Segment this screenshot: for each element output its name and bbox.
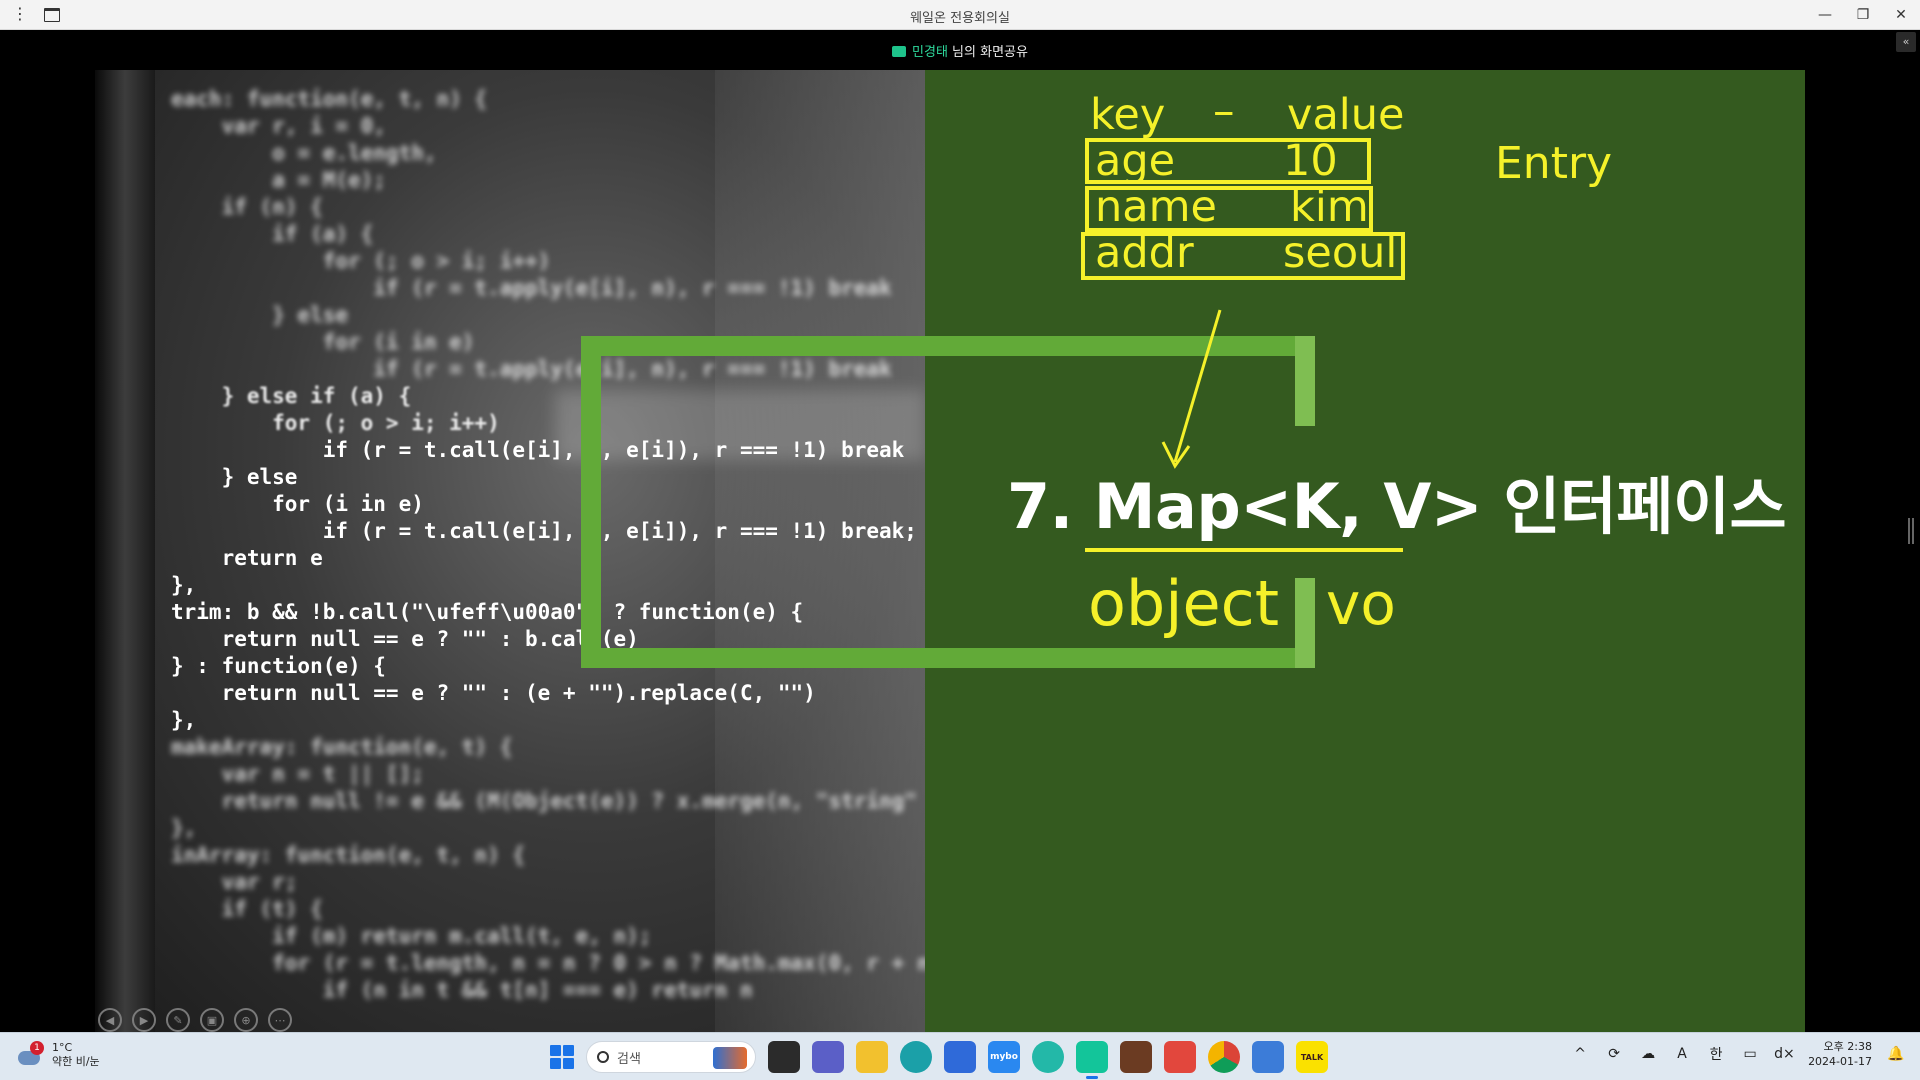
share-label: 민경태 님의 화면공유 bbox=[0, 41, 1920, 60]
screen-share-icon bbox=[892, 46, 907, 57]
collapse-panel-button[interactable]: « bbox=[1896, 32, 1916, 52]
vo-label: vo bbox=[1326, 570, 1396, 638]
whale-icon[interactable] bbox=[1032, 1041, 1064, 1073]
mybox-icon[interactable]: mybo bbox=[988, 1041, 1020, 1073]
clock-time: 오후 2:38 bbox=[1823, 1040, 1872, 1053]
minimize-button[interactable]: — bbox=[1806, 0, 1844, 30]
notification-bell-icon[interactable]: 🔔 bbox=[1886, 1046, 1906, 1062]
more-icon[interactable]: ⋯ bbox=[268, 1008, 292, 1032]
prev-icon[interactable]: ◀ bbox=[98, 1008, 122, 1032]
edge-icon[interactable] bbox=[900, 1041, 932, 1073]
restore-button[interactable]: ❐ bbox=[1844, 0, 1882, 30]
zoom-icon[interactable]: ⊕ bbox=[234, 1008, 258, 1032]
window-title: 웨일온 전용회의실 bbox=[910, 11, 1010, 26]
share-suffix: 님의 화면공유 bbox=[947, 45, 1028, 60]
presenter-name: 민경태 bbox=[912, 45, 948, 60]
whale-on-icon[interactable] bbox=[1076, 1041, 1108, 1079]
search-placeholder: 검색 bbox=[617, 1051, 641, 1067]
side-panel-grip[interactable] bbox=[1908, 518, 1914, 544]
clock-date: 2024-01-17 bbox=[1808, 1055, 1872, 1068]
slide-player-controls: ◀ ▶ ✎ ▣ ⊕ ⋯ bbox=[98, 1008, 292, 1032]
cloud-off-icon[interactable]: ☁ bbox=[1638, 1046, 1658, 1062]
weather-temp: 1°C bbox=[52, 1041, 73, 1054]
close-button[interactable]: ✕ bbox=[1882, 0, 1920, 30]
taskbar-apps: 검색 mybo TALK bbox=[550, 1041, 1328, 1079]
store-icon[interactable] bbox=[944, 1041, 976, 1073]
search-highlight-icon bbox=[713, 1047, 747, 1069]
chrome-icon[interactable] bbox=[1208, 1041, 1240, 1073]
clock[interactable]: 오후 2:38 2024-01-17 bbox=[1808, 1039, 1872, 1069]
meet-icon[interactable] bbox=[812, 1041, 844, 1073]
taskbar-search[interactable]: 검색 bbox=[586, 1041, 756, 1073]
network-icon[interactable]: ▭ bbox=[1740, 1046, 1760, 1062]
weather-widget[interactable]: 1 1°C 약한 비/눈 bbox=[18, 1041, 100, 1069]
screen-share-banner: 민경태 님의 화면공유 bbox=[0, 30, 1920, 70]
weather-icon: 1 bbox=[18, 1041, 44, 1067]
notepad-icon[interactable] bbox=[1252, 1041, 1284, 1073]
ime-mode-icon[interactable]: A bbox=[1672, 1046, 1692, 1062]
sync-icon[interactable]: ⟳ bbox=[1604, 1046, 1624, 1062]
weather-badge: 1 bbox=[30, 1041, 44, 1055]
slides-icon[interactable]: ▣ bbox=[200, 1008, 224, 1032]
chevron-up-icon[interactable]: ^ bbox=[1570, 1046, 1590, 1062]
system-tray: ^ ⟳ ☁ A 한 ▭ d× 오후 2:38 2024-01-17 🔔 bbox=[1570, 1039, 1906, 1069]
heading-underline bbox=[1085, 548, 1403, 552]
start-button[interactable] bbox=[550, 1045, 574, 1069]
record-icon[interactable] bbox=[1164, 1041, 1196, 1073]
game-icon[interactable] bbox=[1120, 1041, 1152, 1073]
object-label: object bbox=[1088, 567, 1280, 640]
search-icon bbox=[597, 1051, 609, 1063]
weather-desc: 약한 비/눈 bbox=[52, 1055, 100, 1068]
file-explorer-icon[interactable] bbox=[856, 1041, 888, 1073]
sound-muted-icon[interactable]: d× bbox=[1774, 1046, 1795, 1062]
ime-korean-icon[interactable]: 한 bbox=[1706, 1044, 1726, 1064]
arrow-annotation bbox=[1161, 309, 1222, 469]
next-icon[interactable]: ▶ bbox=[132, 1008, 156, 1032]
task-view-icon[interactable] bbox=[768, 1041, 800, 1073]
shared-slide: each: function(e, t, n) { var r, i = 0, … bbox=[95, 70, 1805, 1032]
pen-icon[interactable]: ✎ bbox=[166, 1008, 190, 1032]
kakaotalk-icon[interactable]: TALK bbox=[1296, 1041, 1328, 1073]
title-bar: ⋮ 웨일온 전용회의실 — ❐ ✕ bbox=[0, 0, 1920, 30]
slide-heading: 7. Map<K, V> 인터페이스 bbox=[1007, 470, 1787, 543]
taskbar: 1 1°C 약한 비/눈 검색 mybo TALK ^ ⟳ ☁ A 한 ▭ d×… bbox=[0, 1032, 1920, 1080]
